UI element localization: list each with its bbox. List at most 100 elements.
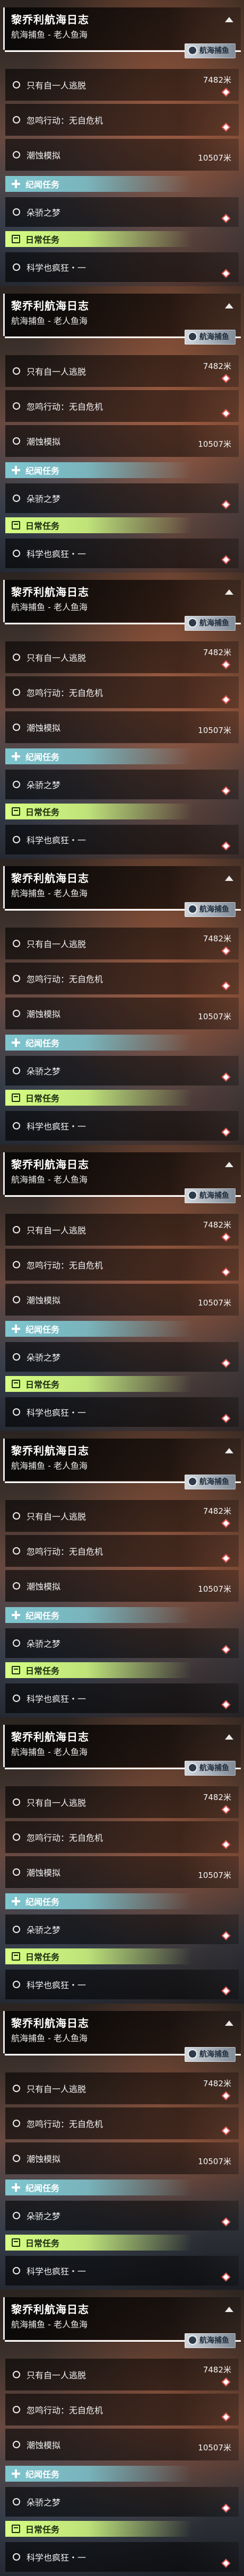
circle-outline-icon: [13, 1296, 20, 1303]
task-row[interactable]: 只有自一人逃脱 7482米: [5, 1214, 239, 1246]
task-row[interactable]: 朵骄之梦: [5, 2487, 239, 2517]
chevron-up-icon[interactable]: [225, 303, 233, 308]
task-row[interactable]: 忽鸣行动：无自危机: [5, 1249, 239, 1281]
task-row[interactable]: 朵骄之梦: [5, 1915, 239, 1944]
fish-icon: [188, 618, 197, 628]
section-wishlist[interactable]: 纪闻任务: [5, 2466, 239, 2482]
task-row[interactable]: 忽鸣行动：无自危机: [5, 1535, 239, 1567]
task-row[interactable]: 忽鸣行动：无自危机: [5, 390, 239, 422]
section-wishlist[interactable]: 纪闻任务: [5, 2180, 239, 2195]
task-row[interactable]: 朵骄之梦: [5, 2201, 239, 2230]
diamond-marker-icon: [221, 981, 231, 991]
diamond-marker-icon: [221, 409, 231, 418]
section-wishlist[interactable]: 纪闻任务: [5, 176, 239, 192]
task-row[interactable]: 忽鸣行动：无自危机: [5, 2107, 239, 2139]
quest-tag: 航海捕鱼: [185, 902, 236, 917]
circle-outline-icon: [13, 1639, 20, 1647]
task-row[interactable]: 只有自一人逃脱 7482米: [5, 928, 239, 959]
quest-subtitle: 航海捕鱼 - 老人鱼海: [11, 2319, 88, 2330]
task-row[interactable]: 潮蚀模拟 10507米: [5, 2429, 239, 2460]
chevron-up-icon[interactable]: [225, 876, 233, 881]
task-row[interactable]: 潮蚀模拟 10507米: [5, 2142, 239, 2174]
task-row[interactable]: 只有自一人逃脱 7482米: [5, 69, 239, 101]
section-wishlist[interactable]: 纪闻任务: [5, 462, 239, 478]
task-row[interactable]: 科学也疯狂・一: [5, 2542, 239, 2572]
task-row[interactable]: 忽鸣行动：无自危机: [5, 963, 239, 994]
task-row[interactable]: 潮蚀模拟 10507米: [5, 998, 239, 1029]
quest-log-panel-1: 黎乔利航海日志 航海捕鱼 - 老人鱼海 航海捕鱼 只有自一人逃脱 7482米 忽…: [0, 0, 244, 286]
circle-outline-icon: [13, 2155, 20, 2162]
task-row[interactable]: 只有自一人逃脱 7482米: [5, 1500, 239, 1532]
chevron-up-icon[interactable]: [225, 2307, 233, 2312]
section-label: 纪闻任务: [25, 1038, 60, 1048]
task-row[interactable]: 只有自一人逃脱 7482米: [5, 1786, 239, 1818]
task-row[interactable]: 只有自一人逃脱 7482米: [5, 2359, 239, 2390]
diamond-marker-icon: [221, 695, 231, 704]
quest-title: 黎乔利航海日志: [11, 2303, 89, 2316]
diamond-marker-icon: [221, 2091, 231, 2101]
task-row[interactable]: 朵骄之梦: [5, 770, 239, 799]
task-row[interactable]: 潮蚀模拟 10507米: [5, 425, 239, 457]
task-row[interactable]: 科学也疯狂・一: [5, 825, 239, 854]
task-row[interactable]: 潮蚀模拟 10507米: [5, 139, 239, 171]
task-row[interactable]: 忽鸣行动：无自危机: [5, 1821, 239, 1853]
chevron-up-icon[interactable]: [225, 1448, 233, 1453]
task-label: 潮蚀模拟: [27, 723, 61, 733]
task-row[interactable]: 忽鸣行动：无自危机: [5, 2394, 239, 2425]
task-row[interactable]: 朵骄之梦: [5, 1056, 239, 1086]
section-wishlist[interactable]: 纪闻任务: [5, 748, 239, 764]
section-daily[interactable]: 日常任务: [5, 1662, 239, 1678]
section-daily[interactable]: 日常任务: [5, 1090, 239, 1106]
chevron-up-icon[interactable]: [225, 17, 233, 22]
task-row[interactable]: 朵骄之梦: [5, 483, 239, 513]
chevron-up-icon[interactable]: [225, 1734, 233, 1740]
task-label: 潮蚀模拟: [27, 1582, 61, 1592]
section-wishlist[interactable]: 纪闻任务: [5, 1893, 239, 1909]
task-label: 朵骄之梦: [27, 780, 61, 790]
section-wishlist[interactable]: 纪闻任务: [5, 1607, 239, 1623]
section-daily[interactable]: 日常任务: [5, 2521, 239, 2537]
section-daily[interactable]: 日常任务: [5, 804, 239, 819]
section-daily[interactable]: 日常任务: [5, 1376, 239, 1392]
task-row[interactable]: 朵骄之梦: [5, 1342, 239, 1372]
task-label: 潮蚀模拟: [27, 151, 61, 161]
task-label: 科学也疯狂・一: [27, 549, 86, 559]
task-row[interactable]: 潮蚀模拟 10507米: [5, 711, 239, 743]
task-row[interactable]: 只有自一人逃脱 7482米: [5, 2072, 239, 2104]
task-row[interactable]: 只有自一人逃脱 7482米: [5, 641, 239, 673]
chevron-up-icon[interactable]: [225, 2021, 233, 2026]
chevron-up-icon[interactable]: [225, 1162, 233, 1167]
task-row[interactable]: 科学也疯狂・一: [5, 539, 239, 568]
task-row[interactable]: 科学也疯狂・一: [5, 1397, 239, 1427]
circle-outline-icon: [13, 2120, 20, 2127]
section-daily[interactable]: 日常任务: [5, 1948, 239, 1964]
quest-log-panel-7: 黎乔利航海日志 航海捕鱼 - 老人鱼海 航海捕鱼 只有自一人逃脱 7482米 忽…: [0, 1717, 244, 2004]
section-daily[interactable]: 日常任务: [5, 517, 239, 533]
tag-label: 航海捕鱼: [199, 2336, 229, 2345]
task-row[interactable]: 朵骄之梦: [5, 1628, 239, 1658]
task-row[interactable]: 潮蚀模拟 10507米: [5, 1284, 239, 1316]
section-daily[interactable]: 日常任务: [5, 231, 239, 247]
section-daily[interactable]: 日常任务: [5, 2235, 239, 2251]
task-row[interactable]: 科学也疯狂・一: [5, 1111, 239, 1141]
chevron-up-icon[interactable]: [225, 589, 233, 595]
task-distance: 10507米: [198, 1298, 231, 1308]
task-row[interactable]: 忽鸣行动：无自危机: [5, 104, 239, 136]
quest-tracker-repeated: 黎乔利航海日志 航海捕鱼 - 老人鱼海 航海捕鱼 只有自一人逃脱 7482米 忽…: [0, 0, 244, 2576]
task-row[interactable]: 潮蚀模拟 10507米: [5, 1856, 239, 1888]
task-row[interactable]: 科学也疯狂・一: [5, 2256, 239, 2286]
task-row[interactable]: 朵骄之梦: [5, 197, 239, 227]
circle-outline-icon: [13, 2212, 20, 2219]
diamond-marker-icon: [221, 1127, 231, 1137]
task-row[interactable]: 忽鸣行动：无自危机: [5, 676, 239, 708]
task-row[interactable]: 潮蚀模拟 10507米: [5, 1570, 239, 1602]
circle-outline-icon: [13, 2406, 20, 2413]
task-row[interactable]: 科学也疯狂・一: [5, 252, 239, 282]
section-wishlist[interactable]: 纪闻任务: [5, 1035, 239, 1051]
tag-label: 航海捕鱼: [199, 1764, 229, 1772]
task-row[interactable]: 科学也疯狂・一: [5, 1683, 239, 1713]
quest-title: 黎乔利航海日志: [11, 1158, 89, 1171]
task-row[interactable]: 科学也疯狂・一: [5, 1970, 239, 1999]
task-row[interactable]: 只有自一人逃脱 7482米: [5, 355, 239, 387]
section-wishlist[interactable]: 纪闻任务: [5, 1321, 239, 1337]
